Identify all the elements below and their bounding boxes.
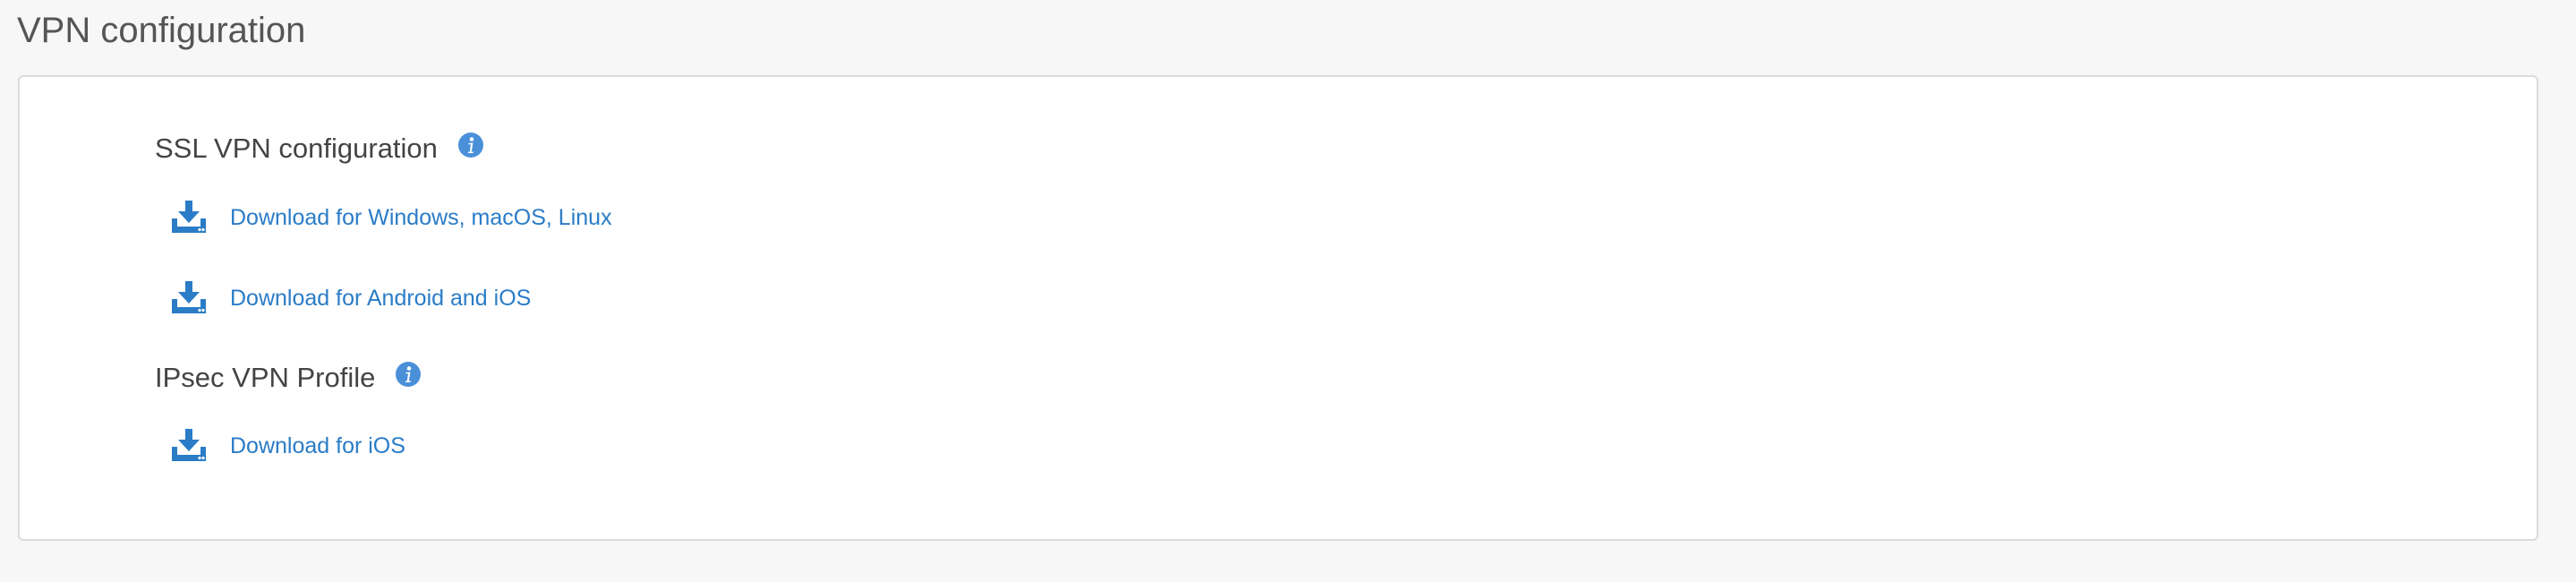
- info-icon[interactable]: [457, 132, 484, 158]
- page-title: VPN configuration: [17, 11, 306, 50]
- download-icon: [170, 199, 208, 236]
- vpn-configuration-panel: SSL VPN configuration Download for Windo…: [18, 75, 2538, 541]
- download-windows-macos-linux-link[interactable]: Download for Windows, macOS, Linux: [170, 199, 612, 236]
- download-windows-macos-linux-label[interactable]: Download for Windows, macOS, Linux: [230, 203, 612, 232]
- download-ios-label[interactable]: Download for iOS: [230, 432, 405, 460]
- ssl-vpn-heading: SSL VPN configuration: [155, 131, 484, 167]
- download-icon: [170, 279, 208, 317]
- ipsec-vpn-heading-label: IPsec VPN Profile: [155, 362, 376, 393]
- download-android-ios-label[interactable]: Download for Android and iOS: [230, 284, 531, 312]
- download-icon: [170, 427, 208, 465]
- download-ios-link[interactable]: Download for iOS: [170, 427, 405, 465]
- ipsec-vpn-heading: IPsec VPN Profile: [155, 360, 422, 396]
- download-android-ios-link[interactable]: Download for Android and iOS: [170, 279, 531, 317]
- ssl-vpn-heading-label: SSL VPN configuration: [155, 133, 438, 164]
- info-icon[interactable]: [395, 361, 422, 388]
